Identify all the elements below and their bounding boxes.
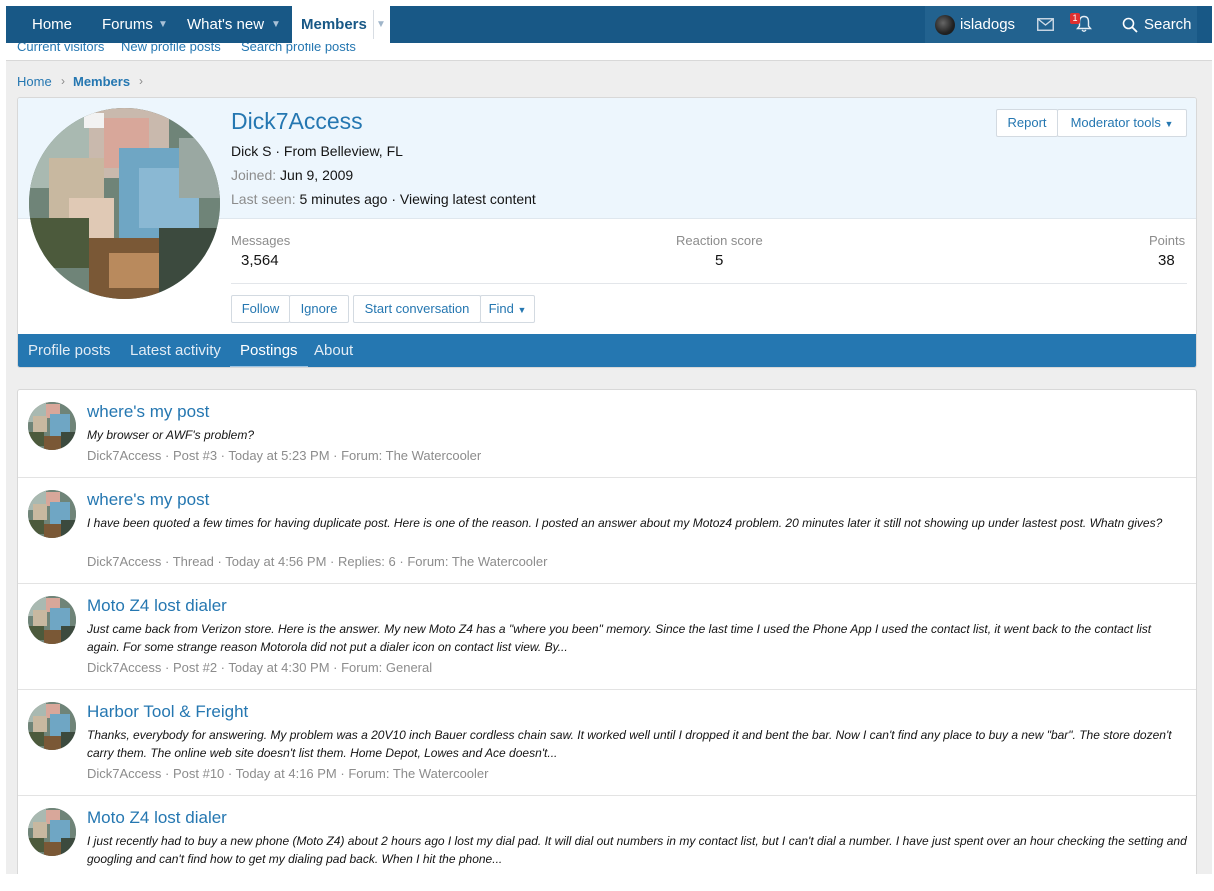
post-snippet: I have been quoted a few times for havin… [87,516,1163,530]
moderator-tools-caret-icon: ▼ [1164,119,1174,129]
messages-value[interactable]: 3,564 [241,252,279,269]
find-caret-icon: ▼ [517,305,527,315]
post-author-avatar[interactable] [28,702,76,750]
stats-divider [231,283,1187,284]
profile-tabs: Profile posts Latest activity Postings A… [18,334,1196,367]
post-author-avatar[interactable] [28,402,76,450]
breadcrumb-home[interactable]: Home [17,74,52,89]
alert-count-badge: 1 [1070,13,1080,24]
whats-new-dropdown-icon[interactable]: ▼ [269,6,283,43]
forum-page: Home Forums ▼ What's new ▼ Members ▼ isl… [6,6,1212,874]
messages-label: Messages [231,233,291,248]
post-snippet: Just came back from Verizon store. Here … [87,622,1152,654]
list-item: Moto Z4 lost dialer I just recently had … [18,796,1196,874]
post-snippet: My browser or AWF's problem? [87,428,254,442]
post-title-link[interactable]: where's my post [87,402,209,422]
post-meta: Dick7Access · Post #10 · Today at 4:16 P… [87,766,489,781]
moderator-tools-label: Moderator tools [1070,115,1161,130]
subnav-search-profile-posts[interactable]: Search profile posts [241,43,356,54]
username-link[interactable]: isladogs [960,6,1015,43]
list-item: Moto Z4 lost dialer Just came back from … [18,584,1196,690]
nav-separator [373,10,374,39]
tab-latest-activity[interactable]: Latest activity [130,334,221,367]
post-meta: Dick7Access · Post #3 · Today at 5:23 PM… [87,448,482,463]
nav-members-label: Members [301,16,367,33]
avatar-image [28,702,76,750]
postings-list: where's my post My browser or AWF's prob… [17,389,1197,874]
nav-members[interactable]: Members ▼ [292,6,390,43]
post-author-avatar[interactable] [28,808,76,856]
avatar-image [28,490,76,538]
start-conversation-button[interactable]: Start conversation [353,295,481,323]
nav-whats-new[interactable]: What's new [187,6,264,43]
tab-about[interactable]: About [314,334,353,367]
member-joined: Joined: Jun 9, 2009 [231,167,353,183]
post-snippet: I just recently had to buy a new phone (… [87,834,1187,866]
reaction-score-value[interactable]: 5 [715,252,723,269]
find-button[interactable]: Find ▼ [480,295,535,323]
breadcrumb-members[interactable]: Members [73,74,130,89]
search-icon [1122,17,1138,33]
top-navigation: Home Forums ▼ What's new ▼ Members ▼ isl… [6,6,1212,43]
breadcrumb-chevron-icon: › [139,74,143,88]
list-item: where's my post My browser or AWF's prob… [18,390,1196,478]
avatar-image [28,808,76,856]
follow-button[interactable]: Follow [231,295,290,323]
nav-forums[interactable]: Forums [102,6,153,43]
post-author-avatar[interactable] [28,490,76,538]
subnav-current-visitors[interactable]: Current visitors [17,43,104,54]
nav-home[interactable]: Home [32,6,72,43]
member-last-seen: Last seen: 5 minutes ago · Viewing lates… [231,191,536,207]
post-meta: Dick7Access · Post #2 · Today at 4:30 PM… [87,660,433,675]
post-snippet: Thanks, everybody for answering. My prob… [87,728,1172,760]
profile-avatar[interactable] [29,108,220,299]
list-item: Harbor Tool & Freight Thanks, everybody … [18,690,1196,796]
breadcrumb-chevron-icon: › [61,74,65,88]
member-profile-card: Dick7Access Dick S · From Belleview, FL … [17,97,1197,368]
forums-dropdown-icon[interactable]: ▼ [156,6,170,43]
last-seen-value: 5 minutes ago · Viewing latest content [299,191,536,207]
post-meta: Dick7Access · Thread · Today at 4:56 PM … [87,554,548,569]
member-details: Dick S · From Belleview, FL [231,143,403,159]
tab-profile-posts[interactable]: Profile posts [28,334,111,367]
post-title-link[interactable]: Moto Z4 lost dialer [87,808,227,828]
mail-icon[interactable] [1037,18,1054,31]
reaction-score-label: Reaction score [676,233,763,248]
joined-value: Jun 9, 2009 [280,167,354,183]
avatar-image [29,108,220,299]
members-dropdown-icon[interactable]: ▼ [376,6,386,43]
member-username[interactable]: Dick7Access [231,108,363,135]
moderator-tools-button[interactable]: Moderator tools ▼ [1057,109,1187,137]
post-author-avatar[interactable] [28,596,76,644]
tab-postings[interactable]: Postings [230,334,308,367]
post-title-link[interactable]: Harbor Tool & Freight [87,702,248,722]
search-label: Search [1144,16,1192,33]
sub-navigation: Current visitors New profile posts Searc… [6,43,1212,61]
avatar-image [28,596,76,644]
joined-label: Joined: [231,167,277,183]
list-item: where's my post I have been quoted a few… [18,478,1196,584]
last-seen-label: Last seen: [231,191,296,207]
points-label: Points [1149,233,1186,248]
post-title-link[interactable]: where's my post [87,490,209,510]
user-avatar[interactable] [935,15,955,35]
post-title-link[interactable]: Moto Z4 lost dialer [87,596,227,616]
subnav-new-profile-posts[interactable]: New profile posts [121,43,221,54]
report-button[interactable]: Report [996,109,1058,137]
ignore-button[interactable]: Ignore [289,295,349,323]
find-label: Find [488,301,514,316]
avatar-image [28,402,76,450]
points-value[interactable]: 38 [1158,252,1175,269]
